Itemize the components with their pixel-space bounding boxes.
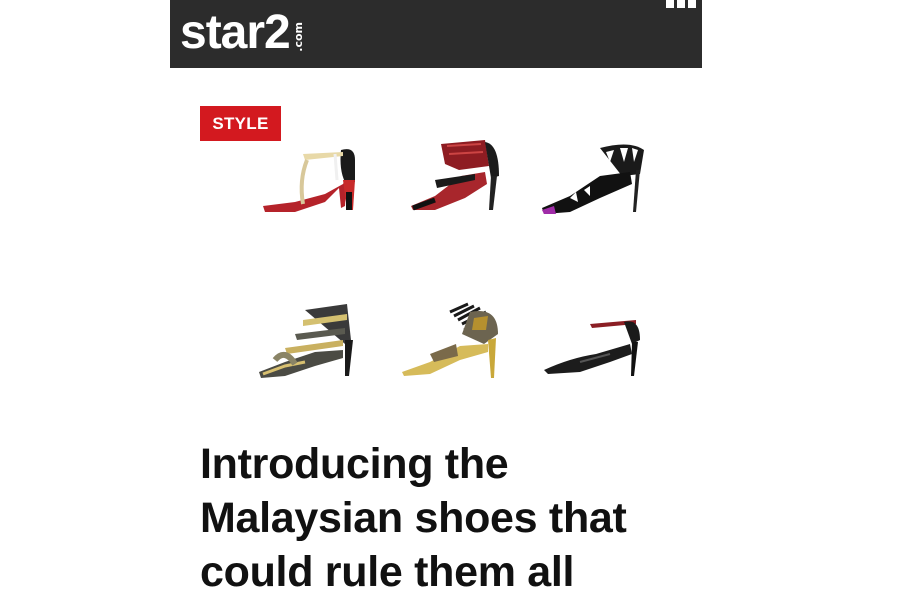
sandal-black-cutout-icon [542,144,644,214]
logo-suffix: .com [291,22,305,52]
hero-image: STYLE [200,100,660,400]
star2-logo[interactable]: star2 .com [180,2,305,64]
pump-black-patent-icon [544,320,640,376]
sandal-snakeskin-strappy-icon [259,304,353,378]
grid-menu-icon[interactable] [666,0,698,12]
category-badge[interactable]: STYLE [200,106,281,141]
sandal-red-studded-icon [411,140,499,211]
site-header: star2 .com [170,0,702,68]
sandal-red-black-icon [263,149,355,212]
logo-text: star2 [180,6,291,59]
article-headline[interactable]: Introducing the Malaysian shoes that cou… [200,437,670,599]
sandal-gold-snakeskin-icon [402,302,498,378]
